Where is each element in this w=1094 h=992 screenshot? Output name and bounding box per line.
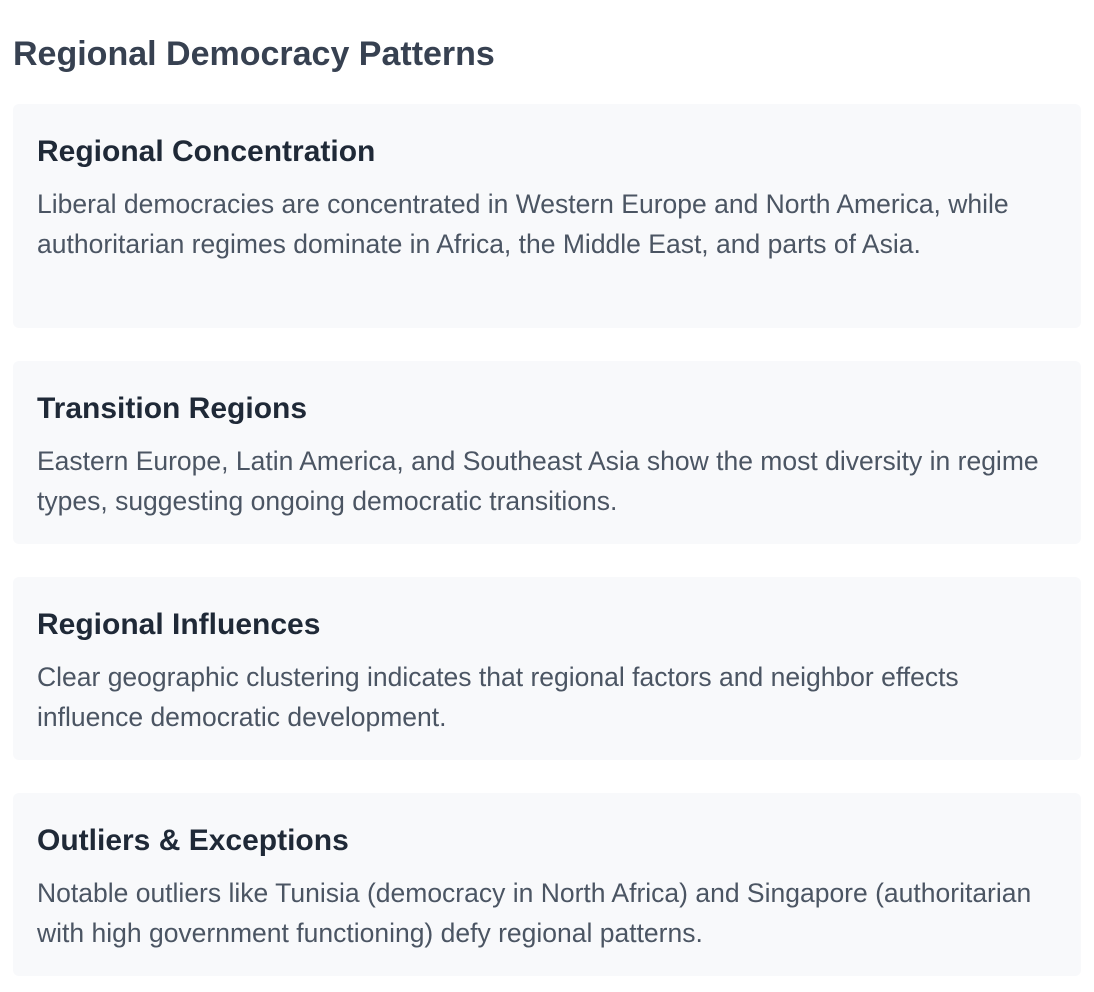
card-text: Notable outliers like Tunisia (democracy… [37, 878, 1032, 948]
card-title: Regional Concentration [37, 135, 376, 168]
insight-card-outliers-exceptions: Outliers & Exceptions Notable outliers l… [13, 793, 1081, 976]
card-text: Liberal democracies are concentrated in … [37, 189, 1009, 259]
page-title: Regional Democracy Patterns [13, 35, 495, 73]
card-title: Regional Influences [37, 608, 321, 641]
card-title: Transition Regions [37, 392, 308, 425]
card-text: Eastern Europe, Latin America, and South… [37, 446, 1039, 516]
insight-card-list: Regional Concentration Liberal democraci… [13, 104, 1081, 976]
page: Regional Democracy Patterns Regional Con… [0, 0, 1094, 992]
insight-card-regional-influences: Regional Influences Clear geographic clu… [13, 577, 1081, 760]
card-title: Outliers & Exceptions [37, 824, 349, 857]
insight-card-regional-concentration: Regional Concentration Liberal democraci… [13, 104, 1081, 328]
insight-card-transition-regions: Transition Regions Eastern Europe, Latin… [13, 361, 1081, 544]
card-text: Clear geographic clustering indicates th… [37, 662, 959, 732]
